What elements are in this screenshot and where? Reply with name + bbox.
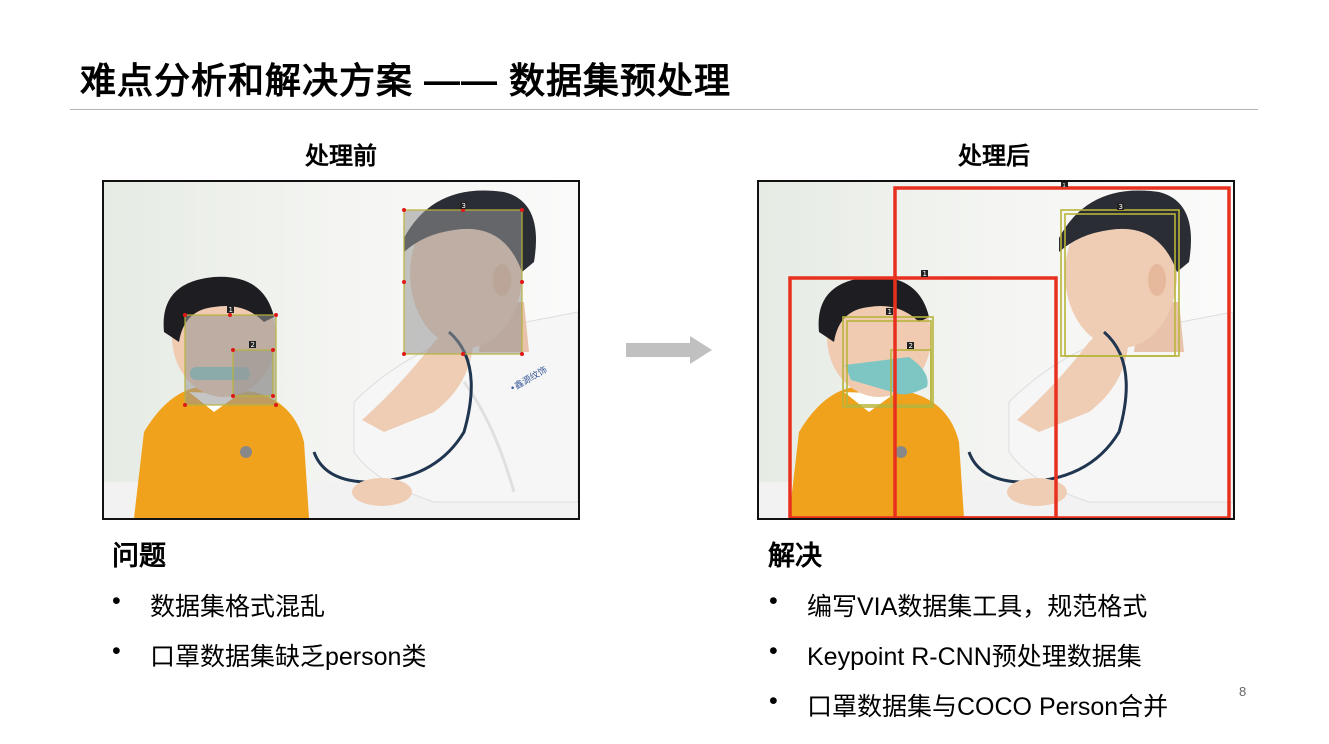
before-box-label-3: 3 [462, 202, 466, 210]
after-box-label-2: 2 [909, 342, 913, 350]
after-image: 1 2 3 1 1 [757, 180, 1235, 520]
after-caption: 处理后 [958, 143, 1030, 170]
solution-item-text: 编写VIA数据集工具，规范格式 [807, 593, 1148, 621]
slide-title: 难点分析和解决方案 —— 数据集预处理 [80, 60, 732, 101]
solution-heading: 解决 [768, 541, 822, 571]
after-person-label-1: 1 [923, 270, 927, 278]
bullet-icon: • [769, 587, 778, 615]
problem-item-text: 口罩数据集缺乏person类 [150, 643, 427, 671]
bullet-icon: • [769, 637, 778, 665]
problem-item-text: 数据集格式混乱 [150, 593, 326, 621]
solution-item-text: Keypoint R-CNN预处理数据集 [807, 643, 1142, 671]
before-box-label-1: 1 [229, 306, 233, 314]
page-number: 8 [1239, 684, 1247, 699]
after-box-label-1: 1 [888, 308, 892, 316]
before-image: •鑫源纹饰 1 2 3 [102, 180, 580, 520]
title-divider [70, 109, 1258, 110]
after-box-label-3: 3 [1119, 203, 1123, 211]
after-person-label-2: 1 [1063, 183, 1066, 189]
before-caption: 处理前 [305, 143, 377, 170]
bullet-icon: • [112, 587, 121, 615]
problem-heading: 问题 [112, 541, 166, 571]
bullet-icon: • [112, 637, 121, 665]
bullet-icon: • [769, 687, 778, 715]
before-box-label-2: 2 [251, 341, 255, 349]
solution-item-text: 口罩数据集与COCO Person合并 [807, 693, 1169, 721]
right-arrow-icon [626, 336, 712, 369]
